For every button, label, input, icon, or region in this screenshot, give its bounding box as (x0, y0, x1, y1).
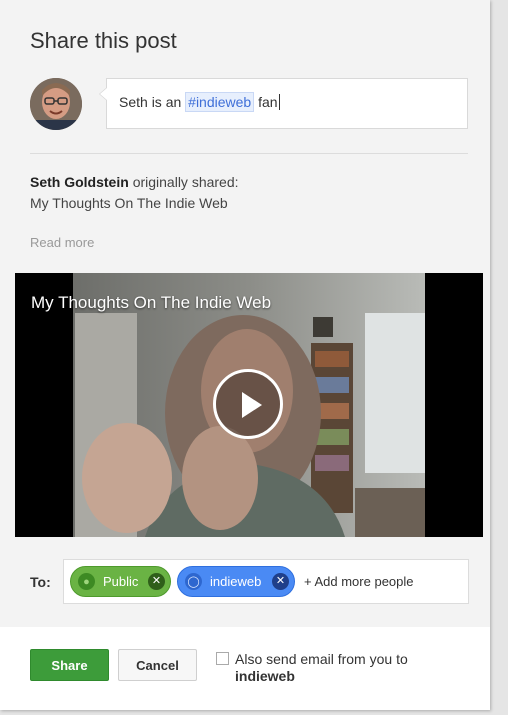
text-cursor (278, 94, 280, 110)
audience-chip-indieweb[interactable]: ◯ indieweb ✕ (177, 566, 295, 597)
video-preview[interactable]: My Thoughts On The Indie Web (15, 273, 483, 537)
divider (30, 153, 468, 154)
avatar (30, 78, 82, 130)
dialog-title: Share this post (30, 28, 177, 53)
email-checkbox[interactable] (216, 652, 229, 665)
hashtag-token[interactable]: #indieweb (185, 92, 255, 112)
comment-suffix: fan (258, 94, 278, 110)
video-title: My Thoughts On The Indie Web (31, 293, 272, 312)
circles-icon: ◯ (185, 573, 202, 590)
email-label-line2: indieweb (235, 668, 295, 684)
add-more-people-link[interactable]: + Add more people (304, 574, 414, 589)
remove-chip-icon[interactable]: ✕ (272, 573, 289, 590)
to-label: To: (30, 574, 51, 590)
share-button[interactable]: Share (30, 649, 109, 681)
shared-action: originally shared: (132, 174, 239, 190)
shared-attribution: Seth Goldstein originally shared: (30, 174, 239, 190)
shared-author[interactable]: Seth Goldstein (30, 174, 129, 190)
cancel-button[interactable]: Cancel (118, 649, 197, 681)
chip-label: Public (103, 574, 139, 589)
shared-post-title: My Thoughts On The Indie Web (30, 195, 228, 211)
play-icon[interactable] (213, 369, 283, 439)
email-label-line1: Also send email from you to (235, 651, 408, 667)
remove-chip-icon[interactable]: ✕ (148, 573, 165, 590)
read-more-link[interactable]: Read more (30, 235, 94, 250)
chip-label: indieweb (210, 574, 262, 589)
globe-icon: ● (78, 573, 95, 590)
email-checkbox-label[interactable]: Also send email from you to indieweb (235, 651, 408, 685)
audience-chip-public[interactable]: ● Public ✕ (70, 566, 171, 597)
dialog-footer: Share Cancel Also send email from you to… (0, 627, 490, 710)
share-dialog: Share this post Seth is an #indieweb fan… (0, 0, 490, 710)
comment-input[interactable]: Seth is an #indieweb fan (99, 78, 468, 129)
comment-prefix: Seth is an (119, 94, 182, 110)
audience-field[interactable]: ● Public ✕ ◯ indieweb ✕ + Add more peopl… (63, 559, 469, 604)
comment-text: Seth is an #indieweb fan (119, 92, 280, 112)
